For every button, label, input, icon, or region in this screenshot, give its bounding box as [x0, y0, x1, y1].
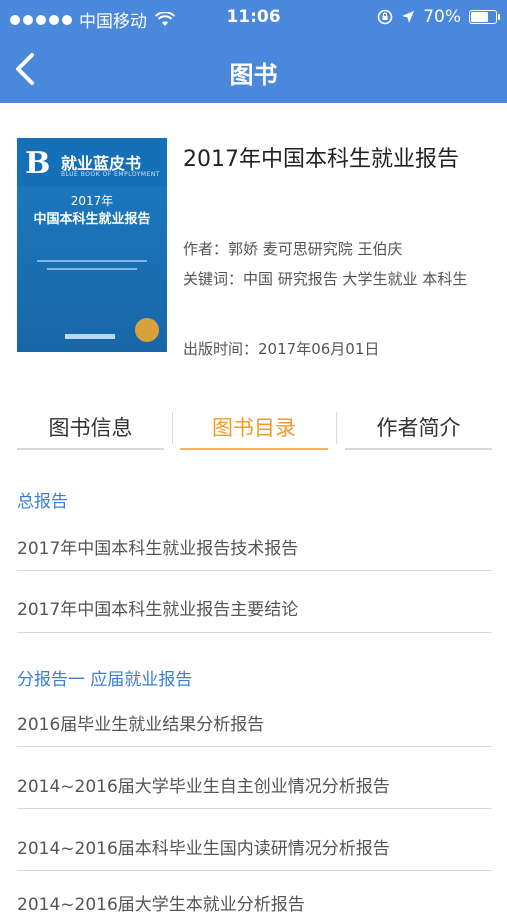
battery-fill [471, 12, 488, 22]
tab-label: 图书信息 [48, 416, 133, 440]
tab-author-intro[interactable]: 作者简介 [345, 410, 492, 450]
cover-line [37, 260, 147, 262]
cover-year: 2017年 [70, 194, 114, 208]
date-value: 2017年06月01日 [258, 340, 380, 358]
divider [17, 570, 492, 571]
cover-series-en: BLUE BOOK OF EMPLOYMENT [61, 171, 161, 178]
divider [17, 746, 492, 747]
cover-logo: B [25, 146, 51, 181]
cover-line [47, 268, 137, 270]
toc-item[interactable]: 2016届毕业生就业结果分析报告 [17, 710, 492, 735]
author-label: 作者： [183, 240, 229, 258]
battery-percent: 70% [423, 7, 461, 27]
toc-item[interactable]: 2014~2016届大学生本就业分析报告 [17, 890, 492, 915]
book-title: 2017年中国本科生就业报告 [183, 147, 459, 172]
toc-section-title: 总报告 [17, 492, 68, 512]
keywords-label: 关键词： [183, 270, 244, 288]
status-bar: 中国移动 11:06 70% [0, 0, 507, 36]
status-right: 70% [377, 7, 500, 27]
date-label: 出版时间： [183, 340, 259, 358]
tab-book-info[interactable]: 图书信息 [17, 410, 164, 450]
tab-underline [180, 448, 328, 450]
tab-divider [172, 412, 173, 444]
page-title: 图书 [229, 61, 278, 89]
battery-icon [469, 10, 500, 24]
rotation-lock-icon [377, 9, 393, 25]
cover-title: 中国本科生就业报告 [33, 212, 151, 227]
divider [17, 808, 492, 809]
author-value: 郭娇 麦可思研究院 王伯庆 [228, 240, 403, 258]
cover-publisher [65, 334, 115, 339]
book-cover: B 就业蓝皮书 BLUE BOOK OF EMPLOYMENT 2017年 中国… [17, 138, 167, 352]
toc-item[interactable]: 2017年中国本科生就业报告主要结论 [17, 595, 492, 620]
toc-item[interactable]: 2014~2016届大学毕业生自主创业情况分析报告 [17, 772, 492, 797]
book-date: 出版时间：2017年06月01日 [183, 338, 379, 359]
book-keywords: 关键词：中国 研究报告 大学生就业 本科生 [183, 263, 473, 296]
divider [17, 632, 492, 633]
nav-bar: 图书 [0, 36, 507, 103]
toc-section-title: 分报告一 应届就业报告 [17, 670, 193, 690]
keywords-value: 中国 研究报告 大学生就业 本科生 [243, 270, 468, 288]
app-header: 中国移动 11:06 70% 图书 [0, 0, 507, 103]
cover-seal [135, 318, 159, 342]
tab-underline [17, 448, 164, 450]
book-authors: 作者：郭娇 麦可思研究院 王伯庆 [183, 238, 403, 259]
tab-label: 作者简介 [376, 416, 461, 440]
tab-underline [345, 448, 492, 450]
divider [17, 870, 492, 871]
tab-label: 图书目录 [212, 416, 296, 440]
toc-item[interactable]: 2014~2016届本科毕业生国内读研情况分析报告 [17, 834, 492, 859]
toc-item[interactable]: 2017年中国本科生就业报告技术报告 [17, 534, 492, 559]
tab-divider [336, 412, 337, 444]
tab-book-contents[interactable]: 图书目录 [180, 410, 328, 450]
location-icon [402, 11, 415, 23]
